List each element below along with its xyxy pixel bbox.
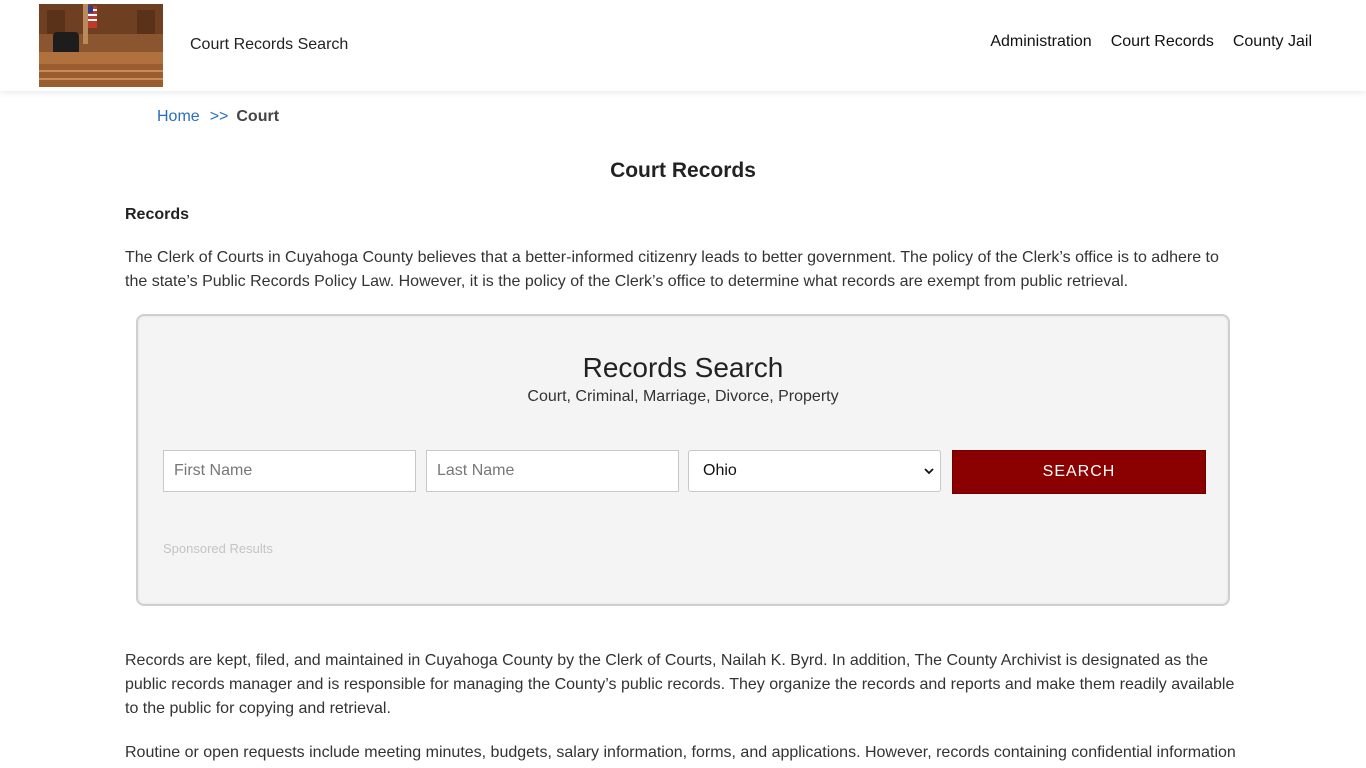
breadcrumb-current: Court xyxy=(236,108,280,125)
courtroom-logo-image[interactable] xyxy=(39,4,163,87)
nav-item-county-jail[interactable]: County Jail xyxy=(1233,33,1312,51)
site-title[interactable]: Court Records Search xyxy=(190,36,348,54)
breadcrumb-home-link[interactable]: Home xyxy=(157,108,200,125)
search-button[interactable]: SEARCH xyxy=(952,450,1206,494)
state-select[interactable]: Ohio xyxy=(688,450,941,492)
search-subtitle: Court, Criminal, Marriage, Divorce, Prop… xyxy=(527,388,839,405)
intro-paragraph: The Clerk of Courts in Cuyahoga County b… xyxy=(125,249,1219,290)
section-heading: Records xyxy=(125,206,190,223)
search-title: Records Search xyxy=(582,352,784,383)
first-name-input[interactable] xyxy=(163,450,416,492)
sponsored-results-label: Sponsored Results xyxy=(163,541,273,556)
records-paragraph: Records are kept, filed, and maintained … xyxy=(125,652,1235,717)
nav-item-administration[interactable]: Administration xyxy=(990,33,1091,51)
state-select-value: Ohio xyxy=(703,462,737,479)
nav-item-court-records[interactable]: Court Records xyxy=(1111,33,1214,51)
requests-paragraph: Routine or open requests include meeting… xyxy=(125,744,1236,761)
main-nav: Administration Court Records County Jail xyxy=(990,33,1312,51)
records-search-panel: Records Search Court, Criminal, Marriage… xyxy=(136,314,1230,606)
breadcrumb: Home >> Court xyxy=(157,108,279,126)
chevron-down-icon xyxy=(924,468,934,475)
page-title: Court Records xyxy=(610,159,756,182)
last-name-input[interactable] xyxy=(426,450,679,492)
breadcrumb-separator: >> xyxy=(209,108,229,125)
site-header: Court Records Search Administration Cour… xyxy=(0,0,1366,91)
